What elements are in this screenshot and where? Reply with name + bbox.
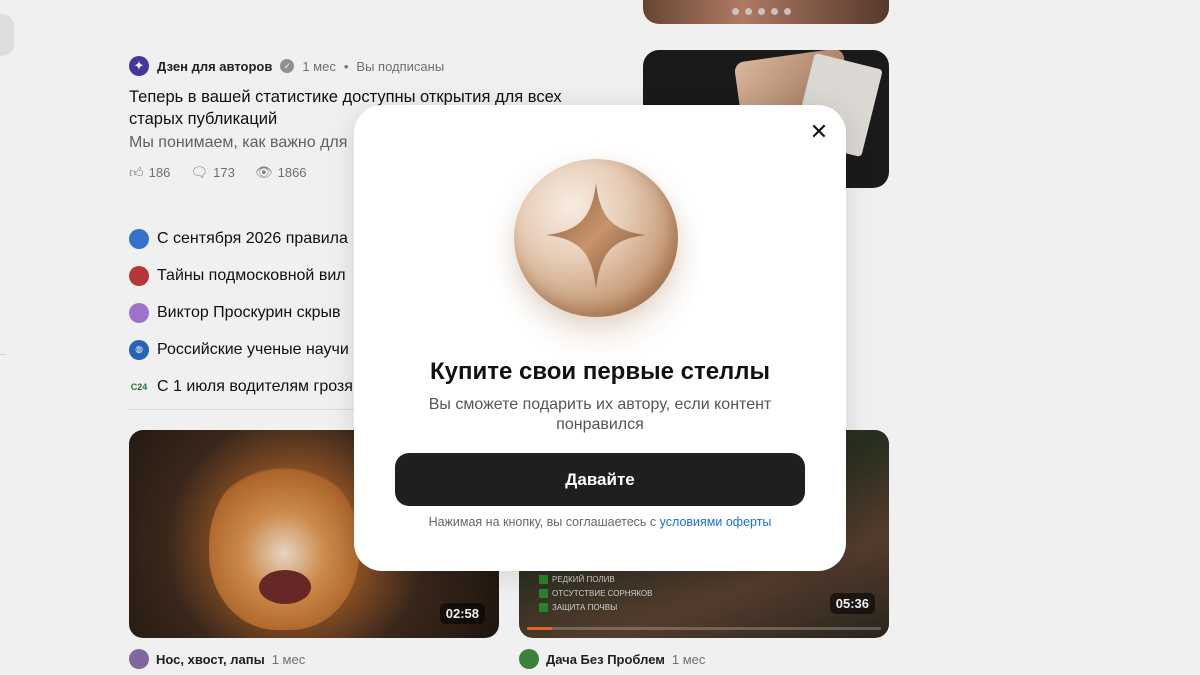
star-coin-icon (514, 159, 678, 317)
close-icon[interactable]: ✕ (806, 119, 832, 145)
legal-note: Нажимая на кнопку, вы соглашаетесь с усл… (354, 515, 846, 529)
stellas-purchase-modal: ✕ Купите свои первые стеллы Вы сможете п… (354, 105, 846, 571)
modal-title: Купите свои первые стеллы (429, 358, 771, 385)
confirm-button[interactable]: Давайте (395, 453, 805, 506)
modal-subtitle: Вы сможете подарить их автору, если конт… (428, 396, 772, 433)
offer-terms-link[interactable]: условиями оферты (660, 515, 772, 529)
legal-text: Нажимая на кнопку, вы соглашаетесь с (428, 515, 657, 529)
